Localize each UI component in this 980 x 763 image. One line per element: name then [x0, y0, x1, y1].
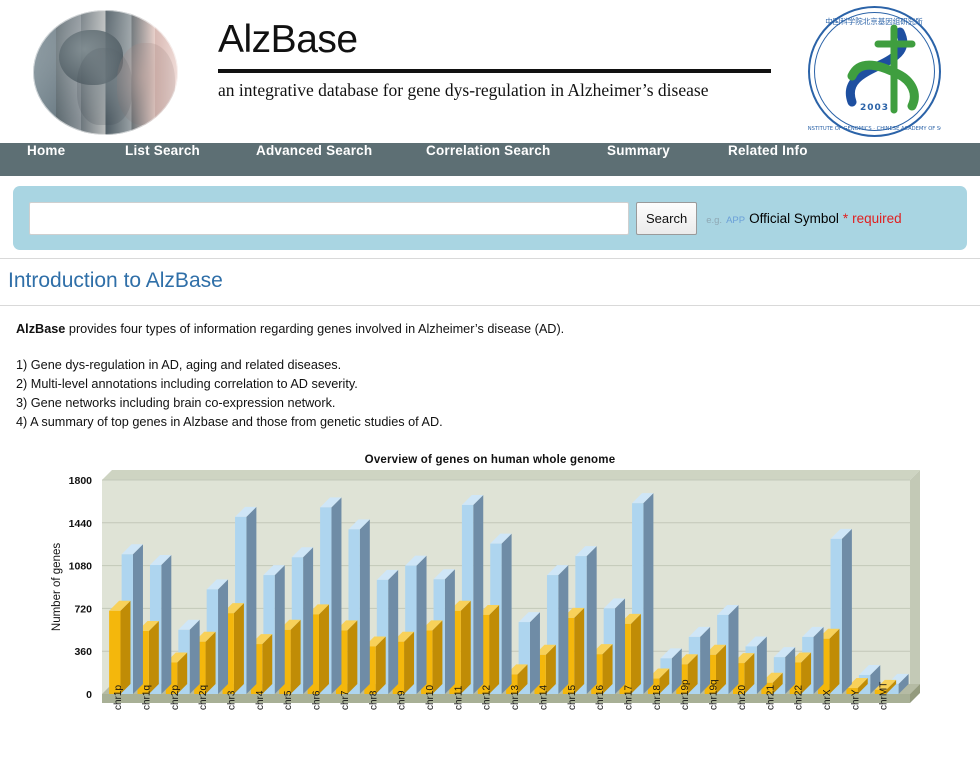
x-axis-tick-label: chr9 [397, 690, 408, 710]
x-axis-tick-label: chr19p [680, 679, 691, 710]
bar-gold [109, 601, 130, 694]
search-strip: Search e.g. APP Official Symbol * requir… [0, 176, 980, 258]
x-axis-tick-label: chr17 [623, 685, 634, 710]
x-axis-tick-label: chr19q [709, 679, 720, 710]
y-axis-tick-label: 1800 [69, 475, 93, 487]
x-axis-tick-label: chrX [822, 689, 833, 710]
y-axis-tick-label: 0 [86, 689, 92, 701]
x-axis-tick-label: chr2p [170, 685, 181, 710]
hint-official-symbol: Official Symbol [749, 211, 839, 226]
intro-item: 2) Multi-level annotations including cor… [16, 375, 980, 394]
intro-bold-term: AlzBase [16, 322, 65, 336]
site-tagline: an integrative database for gene dys-reg… [218, 79, 774, 101]
x-axis-tick-label: chr20 [737, 685, 748, 710]
nav-item-label: List Search [125, 143, 200, 158]
x-axis-tick-label: chr4 [255, 690, 266, 710]
chart-canvas: 0 360 720 1080 1440 1800 Number of genes chr1p c… [0, 452, 980, 735]
nav-related-info[interactable]: Related Info [728, 143, 808, 176]
x-axis-tick-label: chr5 [283, 690, 294, 710]
y-axis-tick-label: 1440 [69, 518, 93, 530]
nav-item-label: Home [27, 143, 65, 158]
nav-list-search[interactable]: List Search [125, 143, 200, 176]
x-axis-tick-label: chr8 [368, 690, 379, 710]
nav-item-label: Summary [607, 143, 670, 158]
nav-item-label: Related Info [728, 143, 808, 158]
site-title: AlzBase [218, 14, 774, 66]
nav-item-label: Correlation Search [426, 143, 550, 158]
svg-text:BEIJING INSTITUTE OF GENOMICS: BEIJING INSTITUTE OF GENOMICS · CHINESE … [808, 126, 941, 132]
x-axis-tick-label: chr21 [765, 685, 776, 710]
hint-required-label: required [852, 211, 902, 226]
hint-eg-label: e.g. [706, 215, 722, 226]
intro-item: 4) A summary of top genes in Alzbase and… [16, 413, 980, 432]
y-axis-tick-label: 720 [74, 603, 92, 615]
genome-overview-chart: Overview of genes on human whole genome … [0, 452, 980, 735]
search-button[interactable]: Search [636, 202, 697, 235]
hint-required-star: * [843, 211, 848, 226]
nav-summary[interactable]: Summary [607, 143, 670, 176]
title-divider [218, 69, 771, 73]
x-axis-tick-label: chr12 [482, 685, 493, 710]
nav-home[interactable]: Home [27, 143, 65, 176]
y-axis-title: Number of genes [51, 543, 63, 631]
nav-correlation-search[interactable]: Correlation Search [426, 143, 550, 176]
nav-advanced-search[interactable]: Advanced Search [256, 143, 372, 176]
intro-item: 3) Gene networks including brain co-expr… [16, 394, 980, 413]
intro-lead-rest: provides four types of information regar… [65, 322, 564, 336]
institute-logo-year: 2003 [808, 103, 941, 113]
x-axis-tick-label: chr10 [425, 685, 436, 710]
page-title: Introduction to AlzBase [0, 259, 980, 305]
x-axis-tick-label: chr22 [794, 685, 805, 710]
hint-example-value: APP [726, 215, 745, 226]
x-axis-tick-label: chr11 [453, 685, 464, 710]
institute-logo-icon: 中国科学院北京基因组研究所 BEIJING INSTITUTE OF GENOM… [808, 6, 941, 137]
x-axis-tick-label: chr15 [567, 685, 578, 710]
y-axis-tick-label: 1080 [69, 561, 93, 573]
x-axis-tick-label: chr13 [510, 685, 521, 710]
x-axis-tick-label: chr1p [113, 685, 124, 710]
x-axis-tick-label: chr18 [652, 685, 663, 710]
x-axis-tick-label: chr7 [340, 690, 351, 710]
x-axis-tick-label: chr2q [198, 685, 209, 710]
x-axis-tick-label: chrY [850, 689, 861, 710]
x-axis-tick-label: chr14 [538, 685, 549, 710]
x-axis-tick-label: chrMT [879, 682, 890, 710]
introduction-text: AlzBase provides four types of informati… [0, 306, 980, 432]
nav-item-label: Advanced Search [256, 143, 372, 158]
brand-logo-icon [33, 10, 178, 135]
search-input[interactable] [29, 202, 629, 235]
svg-text:中国科学院北京基因组研究所: 中国科学院北京基因组研究所 [825, 16, 923, 26]
main-navigation: Home List Search Advanced Search Correlatio… [0, 143, 980, 176]
title-block: AlzBase an integrative database for gene… [218, 14, 774, 101]
search-panel: Search e.g. APP Official Symbol * requir… [13, 186, 967, 250]
search-hint: e.g. APP Official Symbol * required [706, 211, 901, 226]
x-axis-tick-label: chr3 [226, 690, 237, 710]
y-axis-tick-label: 360 [74, 646, 92, 658]
intro-item: 1) Gene dys-regulation in AD, aging and … [16, 356, 980, 375]
x-axis-tick-label: chr1q [141, 685, 152, 710]
x-axis-tick-label: chr6 [312, 690, 323, 710]
intro-lead: AlzBase provides four types of informati… [16, 320, 980, 339]
site-header: AlzBase an integrative database for gene… [0, 0, 980, 143]
x-axis-tick-label: chr16 [595, 685, 606, 710]
